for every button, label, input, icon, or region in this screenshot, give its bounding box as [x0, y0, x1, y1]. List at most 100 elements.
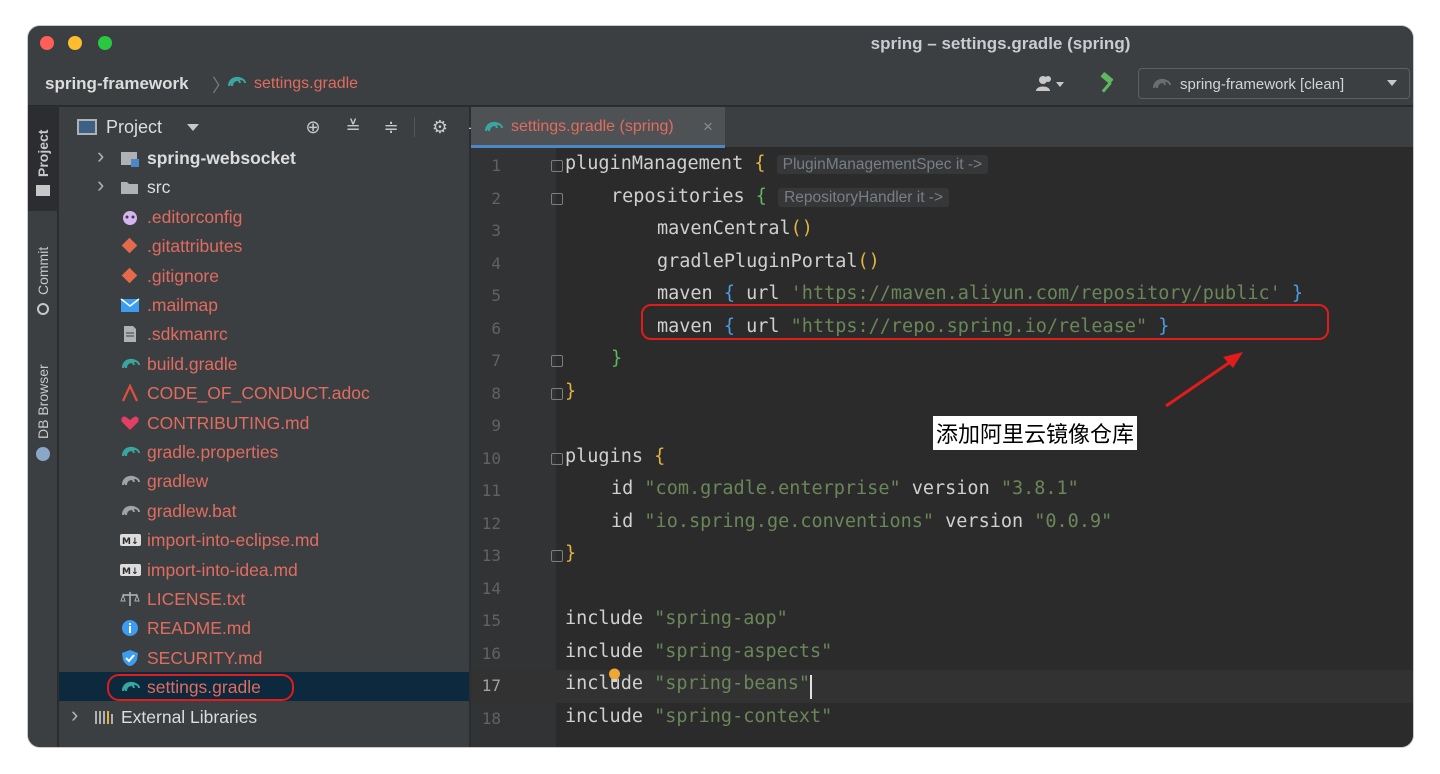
run-configuration-select[interactable]: spring-framework [clean] — [1138, 68, 1410, 99]
tree-item-label: spring-websocket — [147, 148, 296, 168]
code-line[interactable]: 1 pluginManagement { PluginManagementSpec… — [471, 150, 1413, 183]
code-line[interactable]: 7} — [471, 345, 1413, 378]
chevron-right-icon[interactable]: › — [97, 143, 104, 169]
tree-item[interactable]: README.md — [59, 613, 469, 642]
tree-item-label: build.gradle — [147, 353, 238, 374]
code-text: } — [565, 543, 577, 564]
tab-settings-gradle[interactable]: settings.gradle (spring) × — [471, 107, 725, 148]
tool-tab-commit[interactable]: Commit — [28, 217, 58, 327]
code-line[interactable]: 11 id "com.gradle.enterprise" version "3.… — [471, 475, 1413, 508]
tree-item[interactable]: › External Libraries — [59, 702, 469, 731]
line-number: 15 — [481, 611, 501, 630]
tree-item-label: import-into-eclipse.md — [147, 530, 320, 551]
user-icon[interactable] — [1034, 74, 1068, 94]
window-title: spring – settings.gradle (spring) — [870, 34, 1131, 53]
tree-item[interactable]: CONTRIBUTING.md — [59, 408, 469, 437]
project-panel-header: Project ⊕ ≚ ≑ ⚙ — — [59, 107, 487, 147]
line-number: 16 — [481, 643, 501, 663]
tree-item[interactable]: gradlew — [59, 466, 469, 495]
breadcrumb-file[interactable]: settings.gradle — [254, 75, 358, 93]
fold-marker-icon[interactable] — [551, 550, 563, 562]
tree-item[interactable]: M↓ import-into-idea.md — [59, 555, 469, 584]
tool-tab-label: Project — [35, 129, 51, 177]
shield-icon — [120, 649, 140, 667]
fold-marker-icon[interactable] — [551, 355, 563, 367]
chevron-down-icon[interactable] — [187, 124, 199, 131]
tree-item-label: CODE_OF_CONDUCT.adoc — [147, 383, 370, 404]
tree-item[interactable]: M↓ import-into-eclipse.md — [59, 525, 469, 554]
tree-item[interactable]: build.gradle — [59, 349, 469, 378]
fold-marker-icon[interactable] — [551, 160, 563, 172]
tree-item[interactable]: .editorconfig — [59, 202, 469, 231]
tree-item[interactable]: gradlew.bat — [59, 496, 469, 525]
code-text: include "spring-context" — [565, 705, 833, 727]
tree-item[interactable]: › src — [59, 172, 469, 201]
tree-item[interactable]: SECURITY.md — [59, 643, 469, 672]
code-line[interactable]: 15 include "spring-aop" — [471, 605, 1413, 638]
git-icon — [120, 237, 140, 255]
code-line[interactable]: 16 include "spring-aspects" — [471, 638, 1413, 671]
tree-item[interactable]: gradle.properties — [59, 437, 469, 466]
line-number: 11 — [481, 481, 501, 500]
build-hammer-icon[interactable] — [1097, 72, 1119, 94]
svg-text:M↓: M↓ — [122, 567, 139, 577]
tool-tab-db-browser[interactable]: DB Browser — [28, 337, 58, 467]
tree-item[interactable]: › spring-websocket — [59, 143, 469, 172]
fold-marker-icon[interactable] — [551, 387, 563, 400]
close-icon[interactable]: × — [703, 117, 713, 137]
tree-item-label: .gitattributes — [147, 236, 243, 257]
text-file-icon — [120, 325, 140, 343]
tree-item-label: SECURITY.md — [147, 647, 263, 668]
collapse-all-icon[interactable]: ≑ — [380, 116, 402, 138]
code-line[interactable]: 13} — [471, 540, 1413, 573]
code-line[interactable]: 4 gradlePluginPortal() — [471, 248, 1413, 281]
fold-marker-icon[interactable] — [551, 192, 563, 205]
run-configuration-label: spring-framework [clean] — [1180, 76, 1345, 93]
gradle-icon — [1151, 76, 1173, 97]
line-number: 12 — [481, 513, 501, 533]
title-bar: spring – settings.gradle (spring) — [28, 26, 1413, 62]
line-number: 14 — [481, 578, 501, 598]
chevron-right-icon[interactable]: › — [71, 702, 78, 728]
project-panel-title[interactable]: Project — [106, 117, 162, 138]
code-text: include "spring-aop" — [565, 608, 788, 629]
line-number: 4 — [491, 253, 501, 273]
tree-item[interactable]: .gitattributes — [59, 231, 469, 260]
code-text: gradlePluginPortal() — [657, 250, 880, 272]
tree-item[interactable]: .mailmap — [59, 290, 469, 319]
breadcrumb-project[interactable]: spring-framework — [45, 74, 189, 94]
line-number: 1 — [491, 156, 501, 175]
locate-icon[interactable]: ⊕ — [302, 116, 324, 138]
gear-icon[interactable]: ⚙ — [429, 116, 451, 138]
line-number: 3 — [491, 221, 501, 240]
tool-tab-label: DB Browser — [35, 364, 51, 439]
code-line[interactable]: 3 mavenCentral() — [471, 215, 1413, 248]
tree-item-label: src — [147, 177, 171, 198]
code-editor[interactable]: 1 pluginManagement { PluginManagementSpec… — [471, 148, 1413, 747]
tree-item[interactable]: .sdkmanrc — [59, 319, 469, 348]
tool-tab-project[interactable]: Project — [28, 107, 58, 211]
line-number: 7 — [491, 351, 501, 370]
line-number: 18 — [481, 708, 501, 728]
commit-icon — [37, 303, 49, 315]
tool-tab-label: Commit — [35, 246, 51, 295]
code-line[interactable]: 2 repositories { RepositoryHandler it -> — [471, 183, 1413, 216]
tree-item[interactable]: LICENSE.txt — [59, 584, 469, 613]
expand-all-icon[interactable]: ≚ — [342, 116, 364, 138]
highlight-annotation-oval — [641, 304, 1329, 340]
tree-item[interactable]: .gitignore — [59, 261, 469, 290]
code-line[interactable]: 18 include "spring-context" — [471, 703, 1413, 736]
line-number: 13 — [481, 546, 501, 565]
tree-item-label: gradle.properties — [147, 442, 279, 462]
code-line[interactable]: 14 — [471, 573, 1413, 606]
tree-item-selected[interactable]: settings.gradle — [59, 672, 469, 702]
tree-item-label: .mailmap — [147, 295, 218, 315]
tree-item-label: LICENSE.txt — [147, 589, 246, 609]
code-text: } — [565, 380, 577, 402]
lightbulb-icon[interactable] — [608, 668, 621, 684]
code-line[interactable]: 8} — [471, 378, 1413, 411]
code-line[interactable]: 12 id "io.spring.ge.conventions" version … — [471, 508, 1413, 541]
tree-item[interactable]: CODE_OF_CONDUCT.adoc — [59, 378, 469, 407]
fold-marker-icon[interactable] — [551, 452, 563, 465]
chevron-right-icon[interactable]: › — [97, 172, 104, 198]
